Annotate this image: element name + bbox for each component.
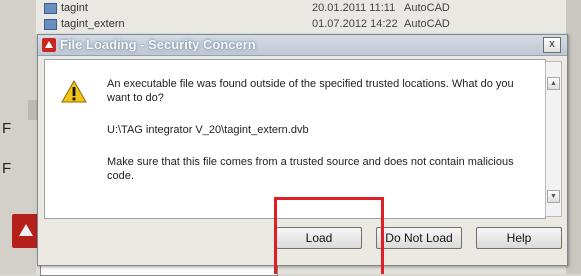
scroll-up-button[interactable]: ▲ xyxy=(547,77,560,90)
autocad-icon xyxy=(42,38,56,52)
security-dialog: File Loading - Security Concern x An exe… xyxy=(37,34,568,266)
file-name: tagint_extern xyxy=(61,18,125,30)
message-text: Make sure that this file comes from a tr… xyxy=(107,156,514,182)
do-not-load-button[interactable]: Do Not Load xyxy=(376,227,462,249)
dialog-title: File Loading - Security Concern xyxy=(60,37,256,52)
file-date: 20.01.2011 11:11 xyxy=(312,2,396,14)
file-icon xyxy=(44,2,57,14)
scroll-down-button[interactable]: ▼ xyxy=(547,190,560,203)
background-right-panel xyxy=(566,0,581,274)
file-type: AutoCAD xyxy=(404,18,450,30)
file-row[interactable]: tagint_extern xyxy=(44,18,125,30)
vertical-scrollbar[interactable]: ▲ ▼ xyxy=(545,61,562,217)
warning-icon xyxy=(61,80,87,103)
file-date: 01.07.2012 14:22 xyxy=(312,18,398,30)
file-path: U:\TAG integrator V_20\tagint_extern.dvb xyxy=(107,124,309,136)
left-panel-letter: F xyxy=(2,120,12,137)
close-button[interactable]: x xyxy=(543,37,561,53)
load-button[interactable]: Load xyxy=(276,227,362,249)
message-text: An executable file was found outside of … xyxy=(107,78,514,104)
message-area: An executable file was found outside of … xyxy=(44,59,546,219)
file-row[interactable]: tagint xyxy=(44,2,88,14)
dialog-titlebar[interactable]: File Loading - Security Concern x xyxy=(38,35,567,56)
file-type: AutoCAD xyxy=(404,2,450,14)
left-panel-letter: F xyxy=(2,160,12,177)
file-name: tagint xyxy=(61,2,88,14)
file-icon xyxy=(44,18,57,30)
help-button[interactable]: Help xyxy=(476,227,562,249)
autocad-logo xyxy=(12,214,40,248)
